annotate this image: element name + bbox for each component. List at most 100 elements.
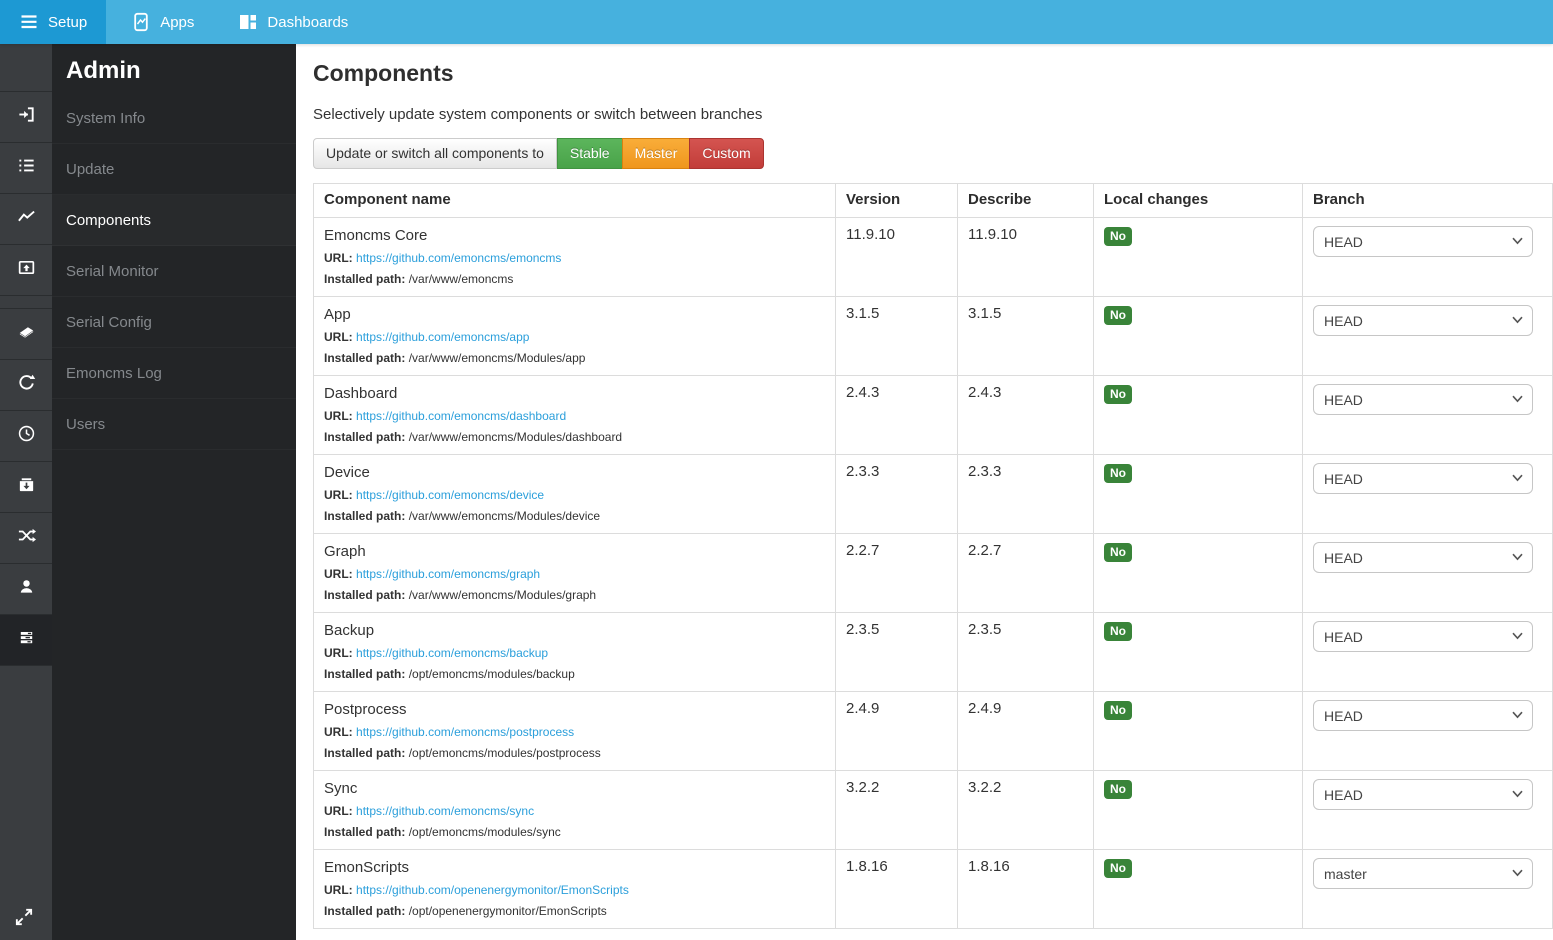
url-label: URL:	[324, 804, 353, 818]
sidebar-database-button[interactable]	[0, 309, 52, 360]
component-url-link[interactable]: https://github.com/emoncms/sync	[356, 804, 534, 818]
local-changes-cell: No	[1093, 375, 1303, 455]
sidebar-sync-refresh-button[interactable]	[0, 360, 52, 411]
describe-value: 3.2.2	[957, 770, 1094, 850]
component-url-link[interactable]: https://github.com/openenergymonitor/Emo…	[356, 883, 629, 897]
master-button[interactable]: Master	[621, 138, 691, 169]
sidebar-shuffle-button[interactable]	[0, 513, 52, 564]
sidebar-item-serial-config[interactable]: Serial Config	[52, 297, 296, 348]
branch-select[interactable]: HEAD	[1313, 700, 1533, 731]
component-url-link[interactable]: https://github.com/emoncms/postprocess	[356, 725, 574, 739]
table-row: Sync URL: https://github.com/emoncms/sync…	[313, 770, 1553, 850]
tab-label: Dashboards	[267, 13, 349, 31]
component-url-link[interactable]: https://github.com/emoncms/backup	[356, 646, 548, 660]
visualisation-icon	[17, 258, 36, 282]
installed-path-label: Installed path:	[324, 430, 406, 444]
component-name: Graph	[324, 543, 366, 560]
database-icon	[17, 322, 36, 346]
local-changes-badge: No	[1104, 543, 1132, 562]
component-cell: Dashboard URL: https://github.com/emoncms…	[313, 375, 836, 455]
installed-path-label: Installed path:	[324, 509, 406, 523]
components-table: Component name Version Describe Local chang…	[313, 183, 1553, 929]
tab-label: Apps	[160, 13, 195, 31]
component-name: Device	[324, 464, 370, 481]
column-header: Component name	[313, 183, 836, 218]
component-cell: EmonScripts URL: https://github.com/opene…	[313, 849, 836, 929]
expand-sidebar-button[interactable]	[13, 906, 37, 930]
column-header: Local changes	[1093, 183, 1303, 218]
component-cell: Emoncms Core URL: https://github.com/emon…	[313, 217, 836, 297]
local-changes-badge: No	[1104, 622, 1132, 641]
version-value: 11.9.10	[835, 217, 958, 297]
branch-select[interactable]: HEAD	[1313, 384, 1533, 415]
version-value: 2.2.7	[835, 533, 958, 613]
sidebar-feed-list-button[interactable]	[0, 143, 52, 194]
url-label: URL:	[324, 330, 353, 344]
sidebar-item-components[interactable]: Components	[52, 195, 296, 246]
local-changes-badge: No	[1104, 227, 1132, 246]
column-header: Branch	[1302, 183, 1553, 218]
icon-sidebar-gap	[0, 44, 52, 92]
sidebar-backup-button[interactable]	[0, 462, 52, 513]
tab-setup[interactable]: Setup	[0, 0, 107, 44]
sidebar-item-system-info[interactable]: System Info	[52, 93, 296, 144]
describe-value: 11.9.10	[957, 217, 1094, 297]
sidebar-clock-button[interactable]	[0, 411, 52, 462]
sidebar-visualisation-button[interactable]	[0, 245, 52, 296]
sidebar-admin-server-button[interactable]	[0, 615, 52, 666]
tab-apps[interactable]: Apps	[112, 0, 213, 44]
tab-label: Setup	[48, 13, 88, 31]
component-cell: Sync URL: https://github.com/emoncms/sync…	[313, 770, 836, 850]
tab-dashboards[interactable]: Dashboards	[219, 0, 367, 44]
branch-select[interactable]: HEAD	[1313, 621, 1533, 652]
branch-select[interactable]: HEAD	[1313, 779, 1533, 810]
branch-select[interactable]: HEAD	[1313, 226, 1533, 257]
sidebar-item-update[interactable]: Update	[52, 144, 296, 195]
branch-select[interactable]: HEAD	[1313, 542, 1533, 573]
custom-button[interactable]: Custom	[689, 138, 764, 169]
component-url-link[interactable]: https://github.com/emoncms/app	[356, 330, 529, 344]
describe-value: 2.3.3	[957, 454, 1094, 534]
sidebar-graph-button[interactable]	[0, 194, 52, 245]
installed-path-value: /opt/emoncms/modules/postprocess	[408, 746, 601, 760]
component-url-link[interactable]: https://github.com/emoncms/graph	[356, 567, 540, 581]
branch-select[interactable]: HEAD	[1313, 305, 1533, 336]
installed-path-label: Installed path:	[324, 272, 406, 286]
installed-path-value: /var/www/emoncms	[408, 272, 514, 286]
page-title: Components	[313, 60, 454, 86]
describe-value: 1.8.16	[957, 849, 1094, 929]
topbar: Setup Apps Dashboards	[0, 0, 1553, 44]
update-all-label-button[interactable]: Update or switch all components to	[313, 138, 557, 169]
component-name: EmonScripts	[324, 859, 410, 876]
feed-list-icon	[17, 156, 36, 180]
sidebar-user-button[interactable]	[0, 564, 52, 615]
branch-select[interactable]: master	[1313, 858, 1533, 889]
installed-path-value: /opt/openenergymonitor/EmonScripts	[408, 904, 607, 918]
table-row: Device URL: https://github.com/emoncms/de…	[313, 454, 1553, 534]
installed-path-label: Installed path:	[324, 588, 406, 602]
sidebar-item-serial-monitor[interactable]: Serial Monitor	[52, 246, 296, 297]
sidebar-item-users[interactable]: Users	[52, 399, 296, 450]
component-cell: Device URL: https://github.com/emoncms/de…	[313, 454, 836, 534]
url-label: URL:	[324, 409, 353, 423]
url-label: URL:	[324, 567, 353, 581]
update-all-button-group: Update or switch all components to Stabl…	[313, 138, 764, 169]
component-url-link[interactable]: https://github.com/emoncms/emoncms	[356, 251, 561, 265]
component-name: Backup	[324, 622, 375, 639]
version-value: 1.8.16	[835, 849, 958, 929]
page-subtitle: Selectively update system components or …	[313, 106, 763, 123]
sidebar-item-emoncms-log[interactable]: Emoncms Log	[52, 348, 296, 399]
url-label: URL:	[324, 883, 353, 897]
branch-select[interactable]: HEAD	[1313, 463, 1533, 494]
installed-path-label: Installed path:	[324, 351, 406, 365]
version-value: 2.4.3	[835, 375, 958, 455]
version-value: 3.2.2	[835, 770, 958, 850]
component-name: Emoncms Core	[324, 227, 428, 244]
stable-button[interactable]: Stable	[556, 138, 623, 169]
branch-cell: master	[1302, 849, 1553, 929]
branch-cell: HEAD	[1302, 691, 1553, 771]
component-url-link[interactable]: https://github.com/emoncms/device	[356, 488, 544, 502]
table-row: Postprocess URL: https://github.com/emonc…	[313, 691, 1553, 771]
sidebar-input-button[interactable]	[0, 92, 52, 143]
component-url-link[interactable]: https://github.com/emoncms/dashboard	[356, 409, 566, 423]
